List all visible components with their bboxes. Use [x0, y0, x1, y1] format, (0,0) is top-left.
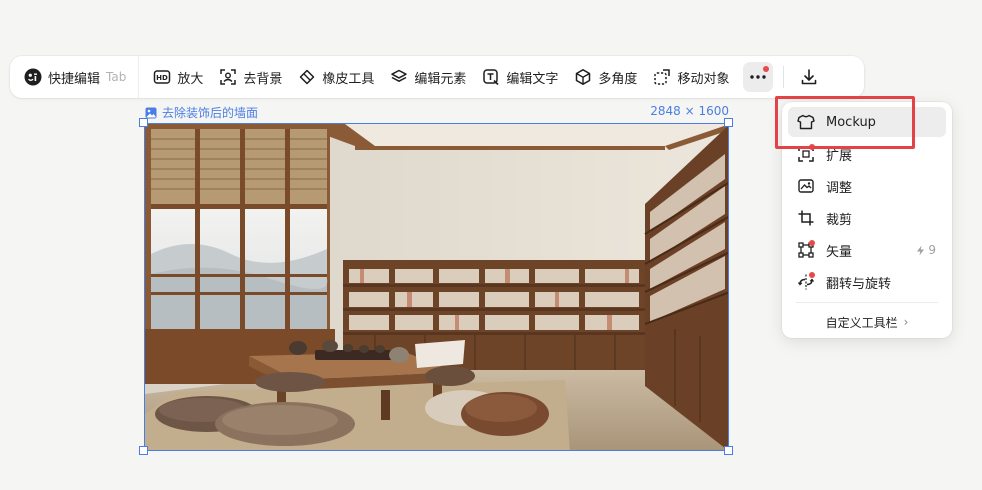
credit-cost-value: 9	[928, 243, 936, 257]
lightning-icon	[917, 245, 925, 255]
upscale-button[interactable]: HD 放大	[145, 56, 211, 98]
tshirt-icon	[796, 112, 816, 132]
multi-angle-label: 多角度	[598, 71, 638, 87]
customize-toolbar-link[interactable]: 自定义工具栏 ›	[782, 310, 952, 334]
menu-item-crop[interactable]: 裁剪	[788, 203, 946, 233]
quick-edit-button[interactable]: 快捷编辑 Tab	[10, 56, 140, 98]
menu-item-label: 调整	[826, 180, 853, 196]
crop-icon	[796, 208, 816, 228]
move-object-icon	[654, 69, 671, 85]
toolbar-divider	[783, 66, 785, 88]
move-object-label: 移动对象	[677, 71, 730, 87]
eraser-button[interactable]: 橡皮工具	[290, 56, 382, 98]
menu-item-label: 扩展	[826, 148, 853, 164]
download-icon	[802, 69, 817, 85]
credit-cost: 9	[916, 243, 936, 257]
chevron-right-icon: ›	[903, 315, 909, 329]
multi-angle-button[interactable]: 多角度	[566, 56, 645, 98]
svg-text:HD: HD	[157, 74, 169, 82]
upscale-label: 放大	[177, 71, 204, 87]
menu-item-mockup[interactable]: Mockup	[788, 107, 946, 137]
toolbar: 快捷编辑 Tab HD 放大 去背景 橡皮工具 编辑元素 编辑文字 多角度 移动…	[10, 56, 864, 98]
resize-handle-top-left[interactable]	[139, 118, 148, 127]
resize-handle-bottom-left[interactable]	[139, 446, 148, 455]
menu-item-vector[interactable]: 矢量 9	[788, 235, 946, 265]
customize-toolbar-label: 自定义工具栏	[825, 315, 898, 330]
menu-item-label: Mockup	[826, 114, 876, 130]
remove-bg-icon	[220, 69, 237, 85]
menu-item-label: 裁剪	[826, 212, 853, 228]
edit-text-label: 编辑文字	[506, 71, 559, 87]
more-tools-menu: Mockup 扩展 调整 裁剪 矢量 9 翻转与旋转 自定义工具栏 ›	[782, 102, 952, 338]
layers-icon	[391, 69, 408, 82]
image-layer-label[interactable]: 去除装饰后的墙面	[145, 104, 258, 121]
edit-text-button[interactable]: 编辑文字	[474, 56, 566, 98]
menu-item-label: 翻转与旋转	[826, 276, 892, 292]
resize-handle-bottom-right[interactable]	[724, 446, 733, 455]
image-icon	[145, 107, 157, 118]
remove-background-label: 去背景	[243, 71, 283, 87]
new-badge-dot	[809, 240, 815, 246]
cube-icon	[576, 69, 591, 85]
new-badge-dot	[809, 144, 815, 150]
menu-divider	[796, 302, 938, 303]
canvas-image[interactable]	[144, 123, 729, 451]
image-name: 去除装饰后的墙面	[162, 106, 259, 120]
hd-icon: HD	[154, 70, 171, 84]
flip-rotate-icon	[796, 272, 816, 292]
expand-icon	[796, 144, 816, 164]
remove-background-button[interactable]: 去背景	[211, 56, 290, 98]
edit-elements-button[interactable]: 编辑元素	[382, 56, 474, 98]
more-button[interactable]	[743, 62, 774, 92]
menu-item-label: 矢量	[826, 244, 853, 260]
move-object-button[interactable]: 移动对象	[645, 56, 737, 98]
new-badge-dot	[809, 272, 815, 278]
image-dimensions: 2848 × 1600	[650, 104, 729, 118]
vector-icon	[796, 240, 816, 260]
download-button[interactable]	[794, 62, 824, 92]
menu-item-flip-rotate[interactable]: 翻转与旋转	[788, 267, 946, 297]
adjust-image-icon	[796, 176, 816, 196]
room-photo	[145, 124, 728, 450]
more-notification-dot	[763, 66, 770, 72]
menu-item-adjust[interactable]: 调整	[788, 171, 946, 201]
edit-elements-label: 编辑元素	[414, 71, 467, 87]
menu-item-expand[interactable]: 扩展	[788, 139, 946, 169]
quick-edit-shortcut: Tab	[106, 70, 127, 84]
quick-edit-logo-icon	[24, 68, 42, 86]
eraser-label: 橡皮工具	[322, 71, 375, 87]
more-icon	[750, 75, 767, 79]
eraser-icon	[300, 69, 315, 85]
resize-handle-top-right[interactable]	[724, 118, 733, 127]
quick-edit-label: 快捷编辑	[48, 71, 101, 87]
text-edit-icon	[483, 69, 499, 86]
